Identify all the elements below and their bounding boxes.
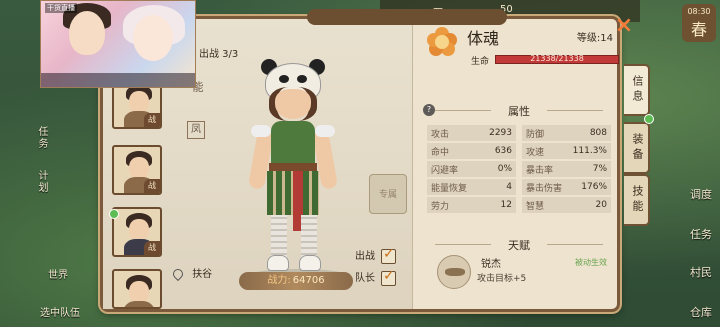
hero-name: 体魂 [467, 29, 500, 48]
phoenix-icon[interactable]: 凤 [187, 121, 205, 139]
roster-hero-4[interactable] [112, 269, 162, 309]
stat-attack: 攻击 2293 [427, 125, 516, 141]
roster-hero-2[interactable]: 战 [112, 145, 162, 195]
roster-hero-3[interactable]: 战 [112, 207, 162, 257]
stat-row: 命中 636 攻速 111.3% [427, 143, 617, 160]
deployed-badge: 战 [144, 113, 160, 127]
villager-shortcut[interactable]: 村民 [690, 264, 712, 280]
power-label: 战力: [267, 275, 291, 286]
stat-row: 能量恢复 4 暴击伤害 176% [427, 179, 617, 196]
stat-row: 闪避率 0% 暴击率 7% [427, 161, 617, 178]
task-shortcut[interactable]: 任务 [690, 226, 712, 242]
hero-location: 扶谷 [170, 265, 213, 282]
hp-label: 生命 [471, 57, 490, 67]
game-clock: 08:30 春 [682, 4, 716, 42]
talent-icon [437, 255, 471, 289]
hero-level: 等级:14 [576, 33, 613, 44]
stat-wisdom: 智慧 20 [522, 197, 611, 213]
map-pin-icon [170, 266, 186, 282]
location-name: 扶谷 [192, 269, 213, 280]
stat-energy-regen: 能量恢复 4 [427, 179, 516, 195]
hp-text: 21338/21338 [530, 54, 584, 63]
hero-info: 体魂 等级:14 生命 21338/21338 ? 属性 攻击 2293 防御 80… [421, 19, 619, 309]
team-shortcut[interactable]: 选中队伍 [40, 304, 80, 319]
dispatch-shortcut[interactable]: 调度 [690, 186, 712, 202]
hero-portrait [243, 59, 343, 279]
stat-row: 劳力 12 智慧 20 [427, 197, 617, 214]
quest-shortcut[interactable]: 任务 [34, 126, 49, 150]
selected-indicator [109, 209, 119, 219]
deploy-toggle[interactable]: 出战 [355, 246, 396, 264]
deploy-toggle-label: 出战 [355, 251, 375, 262]
tab-equipment[interactable]: 装备 [624, 122, 650, 174]
close-button[interactable]: × [612, 15, 636, 39]
stat-attack-speed: 攻速 111.3% [522, 143, 611, 159]
video-thumbnail[interactable]: 干货直播 [40, 0, 196, 88]
stat-crit-rate: 暴击率 7% [522, 161, 611, 177]
captain-checkbox[interactable] [381, 268, 396, 286]
hero-class-flower-icon [427, 27, 457, 57]
power-value: 64706 [292, 275, 325, 286]
talent-name: 锐杰 [481, 259, 501, 270]
combat-power: 战力: 64706 [239, 272, 353, 290]
tab-skills[interactable]: 技能 [624, 174, 650, 226]
stat-dodge: 闪避率 0% [427, 161, 516, 177]
talent-trigger: 被动生效 [575, 258, 607, 267]
tab-info[interactable]: 信息 [624, 64, 650, 116]
hero-roster: 战 战 战 [109, 59, 168, 309]
equipment-notice-dot [644, 114, 654, 124]
plan-shortcut[interactable]: 计划 [34, 170, 49, 194]
stat-row: 攻击 2293 防御 808 [427, 125, 617, 142]
deployed-badge: 战 [144, 179, 160, 193]
stat-crit-damage: 暴击伤害 176% [522, 179, 611, 195]
clock-season: 春 [690, 20, 707, 39]
world-shortcut[interactable]: 世界 [48, 266, 68, 281]
stat-accuracy: 命中 636 [427, 143, 516, 159]
talent-title: 天赋 [421, 237, 617, 253]
stats-grid: 攻击 2293 防御 808 命中 636 攻速 111.3% 闪避率 0% 暴击率 7% … [427, 125, 617, 215]
talent-entry[interactable]: 锐杰 被动生效 攻击目标+5 [437, 253, 613, 293]
attributes-title: 属性 [421, 103, 617, 119]
deploy-checkbox[interactable] [381, 246, 396, 264]
deployed-badge: 战 [144, 241, 160, 255]
warehouse-shortcut[interactable]: 仓库 [690, 304, 712, 320]
deploy-count: 出战 3/3 [199, 49, 239, 60]
exclusive-skin-button[interactable]: 专属 [369, 174, 407, 214]
captain-toggle[interactable]: 队长 [355, 268, 396, 286]
clock-time: 08:30 [687, 7, 711, 16]
captain-toggle-label: 队长 [355, 273, 375, 284]
stat-defense: 防御 808 [522, 125, 611, 141]
stat-labor: 劳力 12 [427, 197, 516, 213]
talent-description: 攻击目标+5 [477, 274, 527, 284]
thumbnail-caption: 干货直播 [45, 3, 77, 13]
